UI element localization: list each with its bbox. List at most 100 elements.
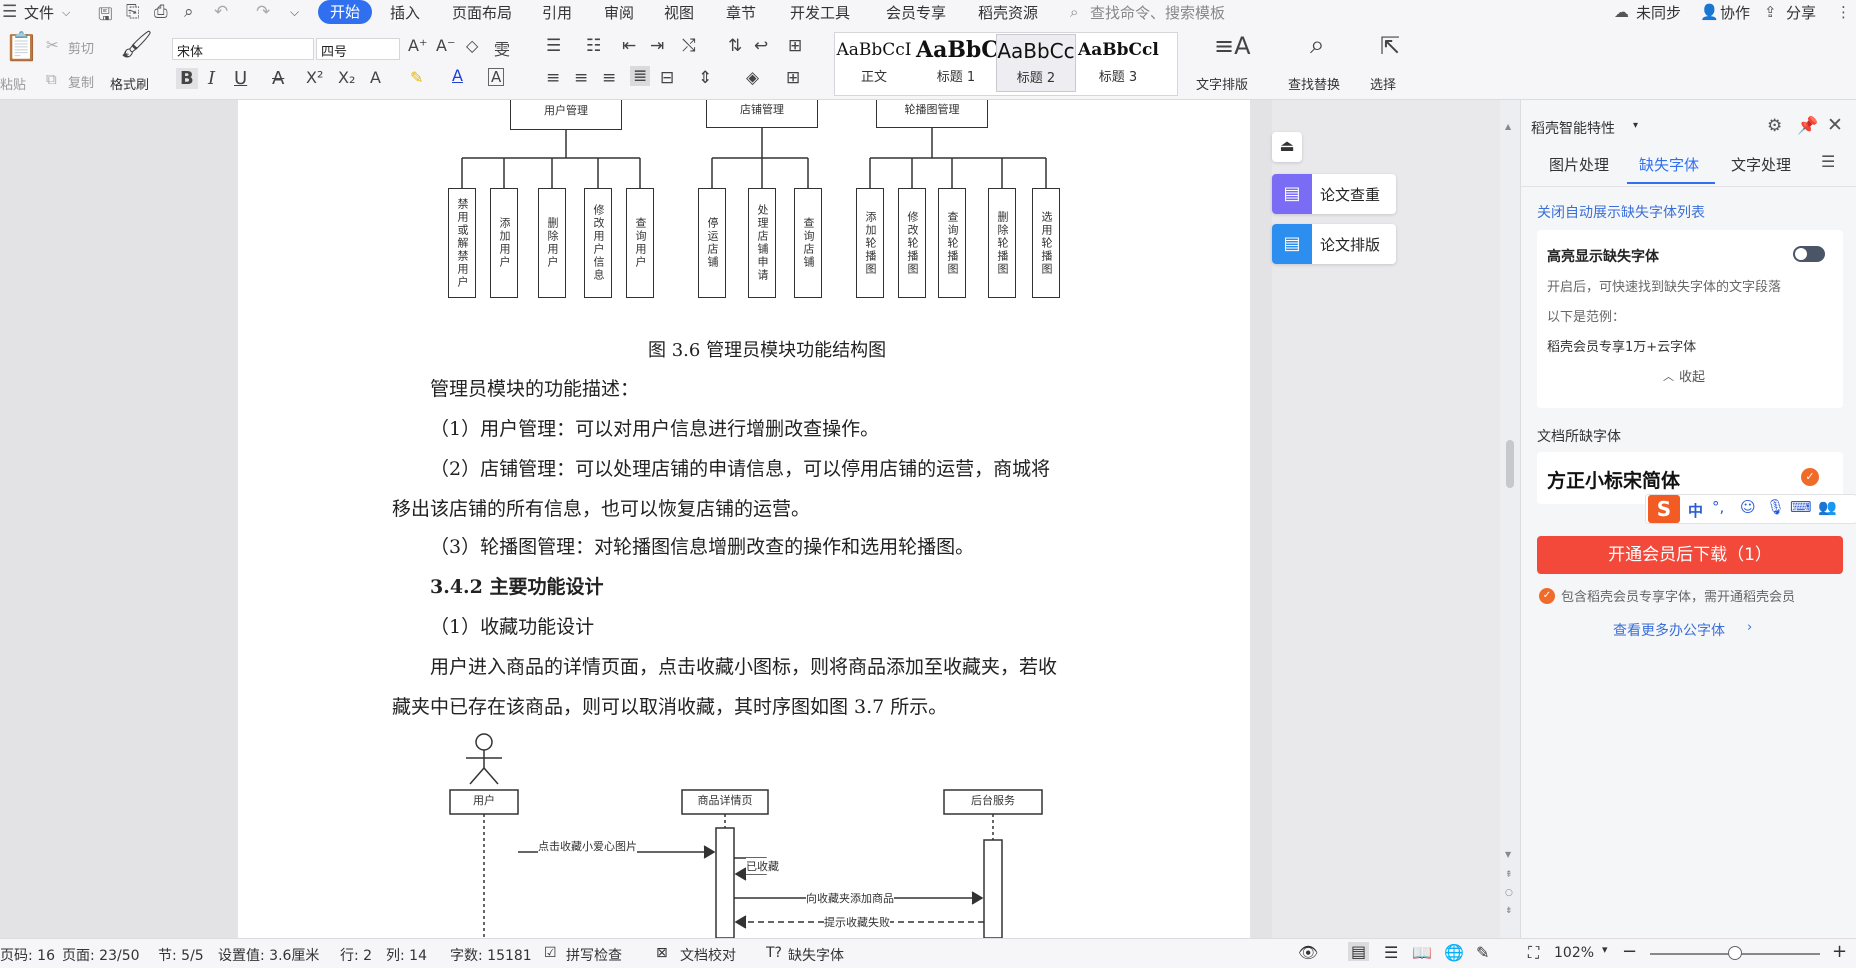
close-icon[interactable]: ✕ — [1827, 114, 1843, 136]
plagiarism-check-button[interactable]: ▤ 论文查重 — [1272, 174, 1396, 214]
col-indicator[interactable]: 列: 14 — [386, 945, 427, 965]
align-left-icon[interactable]: ≡ — [546, 68, 560, 88]
sort-icon[interactable]: ⇅ — [728, 36, 742, 56]
write-view-icon[interactable]: ✎ — [1476, 943, 1489, 962]
superscript-icon[interactable]: X² — [306, 68, 323, 87]
highlight-toggle[interactable] — [1793, 246, 1825, 262]
tab-chapter[interactable]: 章节 — [726, 2, 756, 23]
export-pdf-icon[interactable]: ⎘ — [126, 2, 140, 22]
share-button[interactable]: 分享 — [1786, 2, 1816, 23]
scrollbar-thumb[interactable] — [1506, 440, 1514, 488]
phonetic-icon[interactable]: 雯 — [494, 36, 510, 60]
bold-icon[interactable]: B — [176, 68, 198, 89]
pin-icon[interactable]: 📌 — [1797, 116, 1818, 136]
copy-button[interactable]: 复制 — [68, 72, 94, 91]
download-button[interactable]: 开通会员后下载（1） — [1537, 536, 1843, 574]
next-page-icon[interactable]: ⇟ — [1505, 906, 1513, 916]
char-border-icon[interactable]: A — [488, 68, 505, 86]
tab-insert[interactable]: 插入 — [390, 2, 420, 23]
show-marks-icon[interactable]: ↩ — [754, 36, 768, 56]
tab-developer[interactable]: 开发工具 — [790, 2, 850, 23]
spell-check-button[interactable]: 拼写检查 — [566, 945, 622, 965]
chevron-down-icon[interactable]: ▾ — [1602, 943, 1608, 956]
style-heading2[interactable]: AaBbCc 标题 2 — [996, 34, 1076, 92]
select-browse-icon[interactable]: ○ — [1505, 888, 1513, 898]
clear-format-icon[interactable]: ◇ — [466, 36, 478, 55]
font-name-select[interactable]: 宋体 — [172, 38, 314, 60]
setting-value[interactable]: 设置值: 3.6厘米 — [218, 945, 319, 965]
chevron-up-icon[interactable]: ︿ — [1663, 368, 1674, 384]
vertical-scrollbar[interactable]: ▲ ▼ ⇞ ○ ⇟ — [1500, 100, 1520, 938]
tab-review[interactable]: 审阅 — [604, 2, 634, 23]
decrease-indent-icon[interactable]: ⇤ — [622, 36, 636, 56]
file-menu[interactable]: 文件 — [24, 2, 54, 23]
subscript-icon[interactable]: X₂ — [338, 68, 355, 87]
microphone-icon[interactable]: 🎙 — [1766, 498, 1785, 516]
ime-toolbar[interactable]: S 中 °, ☺ 🎙 ⌨ 👥 — [1645, 494, 1856, 524]
document-page[interactable]: 用户管理 店铺管理 轮播图管理 禁用或解禁用户 添加用户 删除用户 修改用户信息… — [238, 100, 1250, 938]
more-options-icon[interactable]: ⋮ — [1836, 3, 1851, 21]
doc-proof-button[interactable]: 文档校对 — [680, 945, 736, 965]
zoom-slider-thumb[interactable] — [1728, 946, 1742, 960]
missing-font-button[interactable]: 缺失字体 — [788, 945, 844, 965]
row-indicator[interactable]: 行: 2 — [340, 945, 372, 965]
align-center-icon[interactable]: ≡ — [574, 68, 588, 88]
cut-button[interactable]: 剪切 — [68, 38, 94, 57]
chevron-down-icon[interactable]: ▾ — [1633, 120, 1638, 131]
menu-icon[interactable]: ☰ — [1821, 152, 1835, 171]
redo-icon[interactable]: ↷ — [256, 2, 270, 22]
paper-layout-button[interactable]: ▤ 论文排版 — [1272, 224, 1396, 264]
tab-docer[interactable]: 稻壳资源 — [978, 2, 1038, 23]
user-icon[interactable]: 👥 — [1818, 498, 1837, 516]
sync-status[interactable]: 未同步 — [1636, 2, 1681, 23]
zoom-out-icon[interactable]: − — [1622, 941, 1637, 962]
distribute-icon[interactable]: ⊟ — [660, 68, 674, 88]
prev-page-icon[interactable]: ⇞ — [1505, 870, 1513, 880]
tab-home[interactable]: 开始 — [318, 0, 373, 24]
command-search[interactable]: 查找命令、搜索模板 — [1090, 2, 1225, 23]
zoom-level[interactable]: 102% — [1554, 945, 1594, 961]
style-heading3[interactable]: AaBbCcl 标题 3 — [1078, 34, 1159, 92]
scroll-down-icon[interactable]: ▼ — [1505, 850, 1511, 859]
outline-view-icon[interactable]: ☰ — [1384, 943, 1398, 962]
text-direction-icon[interactable]: ⤭ — [682, 36, 696, 56]
undo-icon[interactable]: ↶ — [214, 2, 228, 22]
justify-icon[interactable]: ≣ — [630, 66, 651, 86]
line-spacing-icon[interactable]: ⇕ — [698, 68, 712, 88]
panel-title[interactable]: 稻壳智能特性 — [1531, 118, 1615, 138]
align-right-icon[interactable]: ≡ — [602, 68, 616, 88]
paste-icon[interactable]: 📋 — [4, 30, 39, 63]
collapse-link[interactable]: 收起 — [1679, 366, 1705, 385]
border-icon[interactable]: ⊞ — [786, 68, 800, 88]
strikethrough-icon[interactable]: A — [272, 68, 284, 89]
tab-text-processing[interactable]: 文字处理 — [1731, 154, 1791, 175]
tab-page-layout[interactable]: 页面布局 — [452, 2, 512, 23]
font-size-select[interactable]: 四号 — [316, 38, 400, 60]
find-replace-button[interactable]: 查找替换 — [1288, 74, 1340, 93]
chevron-right-icon[interactable]: › — [1747, 620, 1752, 635]
text-effect-icon[interactable]: A — [370, 68, 381, 87]
tab-missing-fonts[interactable]: 缺失字体 — [1639, 154, 1699, 175]
word-count[interactable]: 字数: 15181 — [450, 945, 532, 965]
punctuation-icon[interactable]: °, — [1712, 498, 1724, 516]
keyboard-icon[interactable]: ⌨ — [1790, 498, 1812, 516]
section-indicator[interactable]: 节: 5/5 — [158, 945, 204, 965]
close-auto-show-link[interactable]: 关闭自动展示缺失字体列表 — [1537, 202, 1705, 222]
shrink-font-icon[interactable]: A⁻ — [436, 36, 455, 55]
grow-font-icon[interactable]: A⁺ — [408, 36, 427, 55]
settings-icon[interactable]: ⚙ — [1767, 116, 1782, 136]
format-painter-icon[interactable]: 🖌 — [120, 30, 153, 60]
more-icon[interactable]: ⌵ — [290, 5, 299, 20]
tab-member[interactable]: 会员专享 — [886, 2, 946, 23]
style-heading1[interactable]: AaBbC 标题 1 — [916, 34, 999, 92]
chevron-down-icon[interactable]: ⌵ — [62, 6, 70, 20]
shading-icon[interactable]: ◈ — [746, 68, 759, 88]
tab-view[interactable]: 视图 — [664, 2, 694, 23]
tab-image-processing[interactable]: 图片处理 — [1549, 154, 1609, 175]
web-view-icon[interactable]: 🌐 — [1444, 943, 1464, 962]
underline-icon[interactable]: U — [234, 68, 247, 89]
style-normal[interactable]: AaBbCcI 正文 — [834, 34, 914, 92]
emoji-icon[interactable]: ☺ — [1740, 498, 1756, 516]
page-code[interactable]: 页码: 16 — [0, 945, 55, 965]
print-preview-icon[interactable]: ⌕ — [184, 2, 194, 22]
